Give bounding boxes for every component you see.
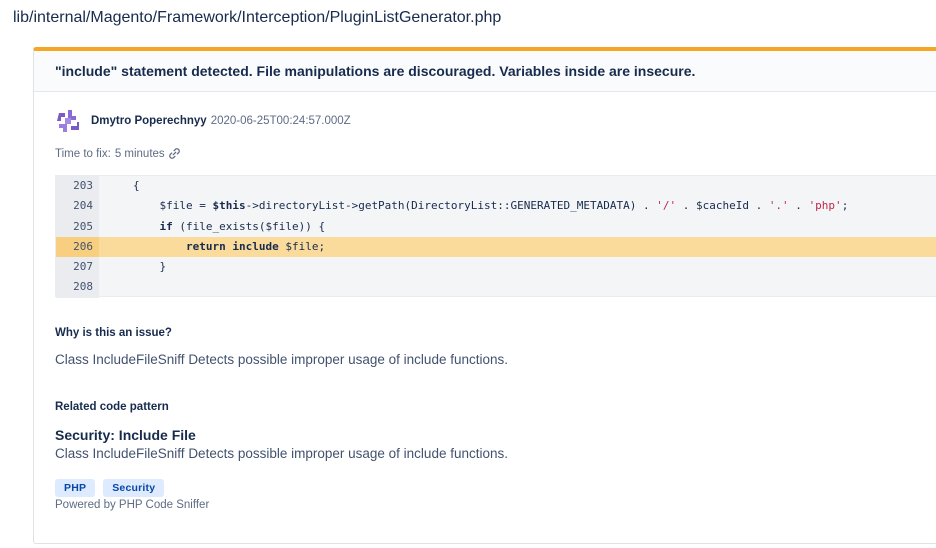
code-line: 204 $file = $this->directoryList->getPat… (56, 196, 936, 217)
code-token: include (232, 239, 279, 253)
tag-php[interactable]: PHP (55, 479, 96, 497)
code-line: 206 return include $file; (56, 236, 936, 258)
code-token: ->directoryList->getPath(DirectoryList::… (245, 199, 657, 213)
code-token: '/' (656, 199, 677, 213)
link-icon[interactable] (168, 147, 181, 160)
issue-title: "include" statement detected. File manip… (55, 63, 696, 79)
code-token: if (159, 219, 173, 233)
time-to-fix-label: Time to fix: (55, 147, 111, 160)
issue-meta: Dmytro Poperechnyy 2020-06-25T00:24:57.0… (55, 108, 351, 134)
code-token: $file = (133, 199, 213, 213)
code-line: 207 } (56, 257, 936, 278)
code-text: { (99, 176, 140, 196)
file-path[interactable]: lib/internal/Magento/Framework/Intercept… (13, 9, 501, 27)
time-to-fix: Time to fix: 5 minutes (55, 147, 181, 160)
pattern-text: Class IncludeFileSniff Detects possible … (55, 446, 508, 461)
why-text: Class IncludeFileSniff Detects possible … (55, 352, 508, 367)
code-token: 'php' (808, 199, 842, 213)
code-token: } (133, 260, 167, 274)
line-number: 207 (56, 257, 99, 278)
time-to-fix-value: 5 minutes (114, 147, 165, 160)
issue-header: "include" statement detected. File manip… (34, 51, 936, 92)
code-text: return include $file; (99, 237, 325, 257)
tag-security[interactable]: Security (103, 479, 165, 497)
code-text: $file = $this->directoryList->getPath(Di… (99, 196, 848, 216)
code-token: ; (841, 199, 849, 213)
code-token: { (133, 179, 140, 192)
issue-card: "include" statement detected. File manip… (33, 47, 936, 544)
pattern-title[interactable]: Security: Include File (55, 427, 196, 443)
line-number: 204 (56, 196, 99, 217)
line-number: 203 (56, 176, 99, 197)
code-token: (file_exists($file)) { (172, 219, 326, 233)
code-text: if (file_exists($file)) { (99, 217, 326, 237)
code-snippet: 203 {204 $file = $this->directoryList->ge… (55, 175, 936, 298)
issue-timestamp: 2020-06-25T00:24:57.000Z (210, 115, 351, 127)
line-number: 208 (56, 277, 99, 298)
code-token: return (185, 239, 226, 253)
code-token: $file; (278, 239, 326, 253)
code-line: 208 (56, 277, 936, 298)
pattern-heading: Related code pattern (55, 401, 169, 413)
code-token: '.' (768, 199, 789, 213)
code-line: 203 { (56, 176, 936, 197)
code-token: . $cacheId . (676, 199, 769, 213)
tag-list: PHP Security (55, 479, 165, 497)
why-heading: Why is this an issue? (55, 327, 172, 339)
author-name[interactable]: Dmytro Poperechnyy (91, 115, 207, 127)
powered-by: Powered by PHP Code Sniffer (55, 499, 210, 511)
code-token: . (788, 199, 809, 213)
line-number: 205 (56, 216, 99, 237)
code-line: 205 if (file_exists($file)) { (56, 216, 936, 237)
avatar[interactable] (55, 108, 81, 134)
line-number: 206 (56, 236, 99, 258)
code-token: $this (212, 199, 246, 213)
code-text: } (99, 257, 166, 277)
